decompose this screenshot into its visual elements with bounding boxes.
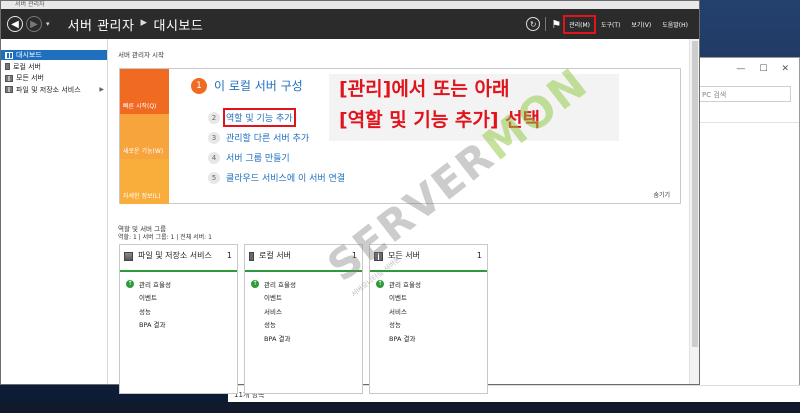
server-manager-window: 서버 관리자 ◀ ▶ ▾ 서버 관리자 ▸ 대시보드 ↻ ⚑ 관리(M) 도구(… — [0, 0, 700, 394]
step-number: 3 — [208, 131, 220, 144]
notification-flag-icon[interactable]: ⚑ — [551, 18, 561, 31]
sidebar-item-local-server[interactable]: 로컬 서버 — [1, 62, 107, 72]
hide-link[interactable]: 숨기기 — [653, 190, 670, 199]
card-row[interactable]: ↑ 관리 효율성 — [126, 277, 237, 291]
card-row-label: 성능 — [139, 307, 151, 316]
divider — [691, 122, 799, 123]
step-number: 5 — [208, 171, 220, 184]
card-row-label: 성능 — [389, 321, 401, 330]
card-row[interactable]: 이벤트 — [126, 291, 237, 305]
breadcrumb-separator: ▸ — [140, 14, 148, 30]
sidebar-item-label: 모든 서버 — [16, 74, 44, 82]
window-caption: 서버 관리자 — [1, 1, 699, 9]
sidebar: 대시보드 로컬 서버 모든 서버 파일 및 저장소 서비스 ▶ — [1, 39, 108, 384]
search-input[interactable]: PC 검색 — [695, 86, 791, 102]
background-explorer-window[interactable]: — ☐ ✕ PC 검색 — [690, 57, 800, 397]
card-row[interactable]: 이벤트 — [376, 291, 487, 305]
menu-tools[interactable]: 도구(T) — [598, 18, 623, 31]
sidebar-item-all-servers[interactable]: 모든 서버 — [1, 73, 107, 83]
scrollbar-thumb[interactable] — [692, 41, 698, 347]
section-title: 서버 관리자 시작 — [118, 51, 164, 59]
sidebar-item-label: 대시보드 — [16, 51, 42, 59]
sidebar-item-file-storage[interactable]: 파일 및 저장소 서비스 ▶ — [1, 85, 107, 95]
folder-icon — [124, 252, 133, 261]
tile-learn-more[interactable]: 자세한 정보(L) — [120, 159, 169, 204]
card-row-label: 이벤트 — [389, 294, 407, 303]
step-number: 4 — [208, 151, 220, 164]
step-link[interactable]: 클라우드 서비스에 이 서버 연결 — [226, 171, 345, 184]
dashboard-icon — [5, 51, 13, 59]
forward-button[interactable]: ▶ — [26, 16, 42, 32]
tile-quick-start[interactable]: 빠른 시작(Q) — [120, 69, 169, 114]
card-row-label: BPA 결과 — [139, 321, 166, 330]
step-link[interactable]: 관리할 다른 서버 추가 — [226, 131, 309, 144]
sidebar-item-label: 로컬 서버 — [13, 62, 41, 71]
divider — [545, 17, 547, 31]
menu-view[interactable]: 보기(V) — [628, 18, 654, 31]
servers-icon — [5, 74, 13, 82]
card-row-label: 성능 — [264, 321, 276, 330]
breadcrumb-root: 서버 관리자 — [67, 18, 135, 34]
card-row-label: 관리 효율성 — [139, 280, 171, 289]
refresh-icon[interactable]: ↻ — [526, 17, 541, 31]
folder-icon — [5, 86, 13, 93]
sidebar-item-label: 파일 및 저장소 서비스 — [16, 85, 81, 94]
card-row[interactable]: BPA 결과 — [251, 331, 362, 345]
card-title[interactable]: 파일 및 저장소 서비스 — [138, 251, 222, 260]
card-count: 1 — [476, 251, 482, 260]
card-row[interactable]: 성능 — [251, 318, 362, 332]
minimize-icon[interactable]: — — [736, 64, 745, 74]
card-row-label: 관리 효율성 — [264, 280, 296, 289]
header-bar: ◀ ▶ ▾ 서버 관리자 ▸ 대시보드 ↻ ⚑ 관리(M) 도구(T) 보기(V… — [1, 9, 699, 39]
back-button[interactable]: ◀ — [7, 16, 23, 32]
status-ok-icon: ↑ — [251, 279, 259, 288]
breadcrumb-current: 대시보드 — [153, 18, 204, 34]
card-row[interactable]: 서비스 — [251, 304, 362, 318]
menu-manage[interactable]: 관리(M) — [563, 14, 597, 34]
step-number: 2 — [208, 111, 220, 124]
card-row[interactable]: BPA 결과 — [376, 331, 487, 345]
step-connect-cloud[interactable]: 5 클라우드 서비스에 이 서버 연결 — [208, 171, 345, 184]
step-add-roles-features[interactable]: 2 역할 및 기능 추가 — [208, 108, 296, 127]
card-row[interactable]: 서비스 — [376, 304, 487, 318]
card-row-label: 서비스 — [389, 307, 407, 316]
chevron-down-icon[interactable]: ▾ — [46, 20, 50, 28]
step-create-server-group[interactable]: 4 서버 그룹 만들기 — [208, 151, 290, 164]
card-row-label: BPA 결과 — [389, 334, 416, 343]
server-icon — [5, 63, 10, 70]
step-link[interactable]: 이 로컬 서버 구성 — [214, 77, 303, 94]
step-link[interactable]: 역할 및 기능 추가 — [223, 108, 296, 127]
server-icon — [249, 252, 254, 261]
role-card-file-storage[interactable]: 파일 및 저장소 서비스 1 ↑ 관리 효율성 이벤트 성능 BPA 결과 — [119, 244, 238, 394]
step-number: 1 — [191, 77, 207, 94]
scrollbar[interactable] — [689, 39, 699, 384]
card-row-label: BPA 결과 — [264, 334, 291, 343]
bg-window-controls: — ☐ ✕ — [691, 58, 799, 80]
roles-summary: 역할: 1 | 서버 그룹: 1 | 전체 서버: 1 — [118, 234, 212, 241]
tile-whats-new[interactable]: 새로운 기능(W) — [120, 114, 169, 159]
card-row-label: 서비스 — [264, 307, 282, 316]
menu-help[interactable]: 도움말(H) — [659, 18, 691, 31]
card-row[interactable]: 성능 — [126, 304, 237, 318]
status-ok-icon: ↑ — [126, 279, 134, 288]
role-cards: 파일 및 저장소 서비스 1 ↑ 관리 효율성 이벤트 성능 BPA 결과 로컬 … — [119, 244, 488, 394]
card-count: 1 — [226, 251, 232, 260]
chevron-right-icon[interactable]: ▶ — [99, 86, 104, 93]
card-row-label: 이벤트 — [139, 294, 157, 303]
step-link[interactable]: 서버 그룹 만들기 — [226, 151, 290, 164]
step-configure-local-server[interactable]: 1 이 로컬 서버 구성 — [191, 77, 303, 94]
card-row-label: 이벤트 — [264, 294, 282, 303]
step-add-servers[interactable]: 3 관리할 다른 서버 추가 — [208, 131, 309, 144]
close-icon[interactable]: ✕ — [781, 64, 789, 74]
maximize-icon[interactable]: ☐ — [759, 64, 767, 74]
card-row[interactable]: BPA 결과 — [126, 318, 237, 332]
card-row[interactable]: 이벤트 — [251, 291, 362, 305]
taskbar — [0, 402, 800, 413]
card-row[interactable]: 성능 — [376, 318, 487, 332]
page-title: 서버 관리자 ▸ 대시보드 — [68, 15, 204, 34]
card-row[interactable]: ↑ 관리 효율성 — [376, 277, 487, 291]
card-row-label: 관리 효율성 — [389, 280, 421, 289]
sidebar-item-dashboard[interactable]: 대시보드 — [1, 50, 107, 60]
